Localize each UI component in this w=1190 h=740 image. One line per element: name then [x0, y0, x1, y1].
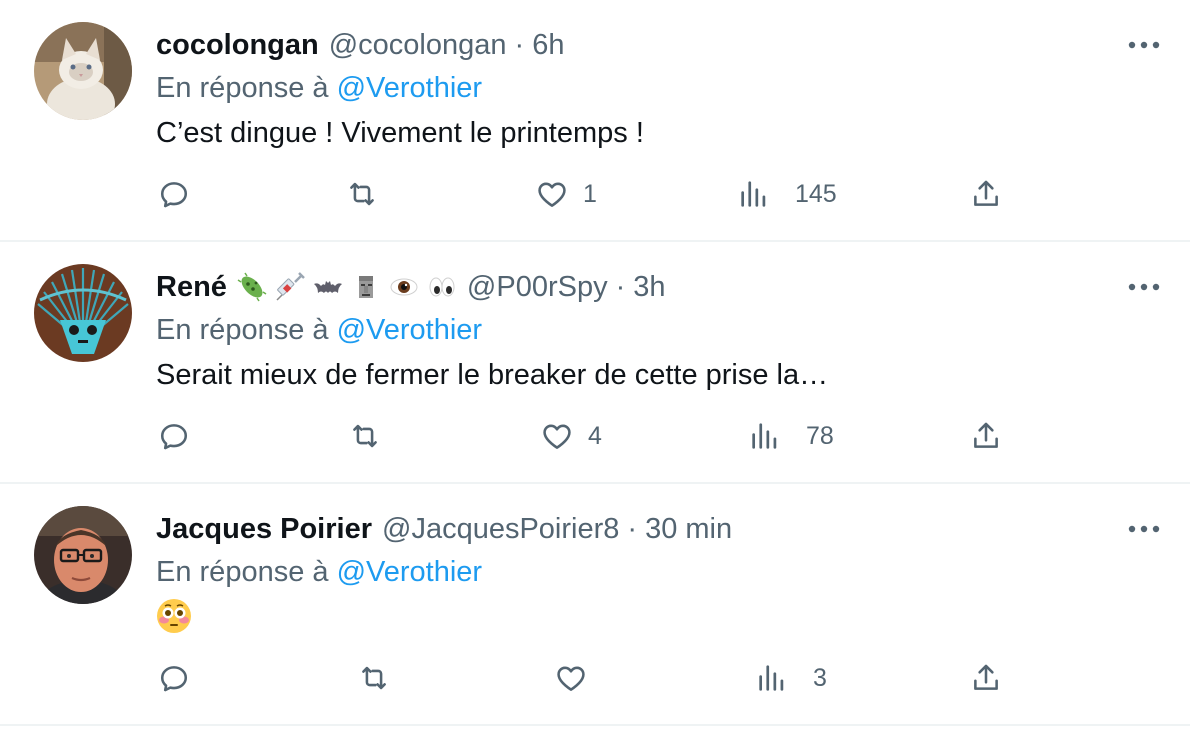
man-glasses-avatar-image: [34, 506, 132, 604]
timestamp[interactable]: 30 min: [645, 510, 732, 548]
like-count: 1: [583, 179, 597, 208]
reply-context: En réponse à @Verothier: [156, 554, 482, 590]
analytics-icon: [759, 665, 784, 691]
share-icon: [974, 180, 998, 206]
reply-prefix: En réponse à: [156, 72, 329, 104]
tweet-header: cocolongan @cocolongan · 6h: [156, 26, 564, 64]
reply-prefix: En réponse à: [156, 556, 329, 588]
avatar[interactable]: [34, 22, 132, 120]
views-button[interactable]: 145: [737, 174, 837, 214]
reply-button[interactable]: [157, 174, 191, 214]
like-button[interactable]: 4: [540, 416, 602, 456]
retweet-button[interactable]: [357, 658, 391, 698]
reply-mention-link[interactable]: @Verothier: [337, 314, 483, 346]
display-name[interactable]: cocolongan: [156, 26, 319, 64]
more-dots-icon: [1128, 41, 1160, 49]
avatar[interactable]: [34, 264, 132, 362]
view-count: 3: [813, 663, 827, 692]
analytics-icon: [741, 181, 766, 207]
display-name[interactable]: Jacques Poirier: [156, 510, 372, 548]
share-icon: [974, 664, 998, 690]
more-options-button[interactable]: [1126, 30, 1162, 60]
share-button[interactable]: [969, 174, 1003, 214]
more-dots-icon: [1128, 283, 1160, 291]
retweet-icon: [350, 182, 374, 206]
tweet[interactable]: René @P00rSpy · 3h En réponse à @Verothi…: [0, 242, 1190, 484]
retweet-icon: [362, 666, 386, 690]
view-count: 78: [806, 421, 834, 450]
user-handle[interactable]: @P00rSpy: [467, 268, 608, 306]
separator-dot: ·: [615, 271, 626, 303]
more-options-button[interactable]: [1126, 514, 1162, 544]
display-name[interactable]: René: [156, 268, 227, 306]
user-handle[interactable]: @cocolongan: [329, 26, 507, 64]
reply-button[interactable]: [157, 416, 191, 456]
reply-context: En réponse à @Verothier: [156, 312, 482, 348]
flushed-face-icon: [156, 598, 192, 634]
timestamp[interactable]: 3h: [633, 268, 665, 306]
retweet-icon: [353, 424, 377, 448]
bat-icon: [313, 272, 343, 302]
reply-icon: [160, 182, 188, 208]
reply-icon: [160, 666, 188, 692]
views-button[interactable]: 78: [748, 416, 834, 456]
tweet-text: [156, 598, 192, 636]
reply-prefix: En réponse à: [156, 314, 329, 346]
tweet-header: René @P00rSpy · 3h: [156, 268, 666, 306]
reply-mention-link[interactable]: @Verothier: [337, 556, 483, 588]
reply-button[interactable]: [157, 658, 191, 698]
microbe-icon: [237, 272, 267, 302]
tweet-text: C’est dingue ! Vivement le printemps !: [156, 117, 644, 149]
separator-dot: ·: [514, 29, 525, 61]
tweet[interactable]: cocolongan @cocolongan · 6h En réponse à…: [0, 0, 1190, 242]
heart-icon: [538, 182, 566, 207]
more-dots-icon: [1128, 525, 1160, 533]
views-button[interactable]: 3: [755, 658, 827, 698]
analytics-icon: [752, 423, 777, 449]
eyes-icon: [427, 272, 457, 302]
heart-icon: [557, 666, 585, 691]
tweet-text: Serait mieux de fermer le breaker de cet…: [156, 359, 829, 391]
share-button[interactable]: [969, 416, 1003, 456]
reply-mention-link[interactable]: @Verothier: [337, 72, 483, 104]
heart-icon: [543, 424, 571, 449]
share-icon: [974, 422, 998, 448]
like-count: 4: [588, 421, 602, 450]
retweet-button[interactable]: [345, 174, 379, 214]
view-count: 145: [795, 179, 837, 208]
share-button[interactable]: [969, 658, 1003, 698]
reply-icon: [160, 424, 188, 450]
more-options-button[interactable]: [1126, 272, 1162, 302]
name-emojis: [237, 272, 457, 302]
like-button[interactable]: 1: [535, 174, 597, 214]
like-button[interactable]: [554, 658, 602, 698]
timestamp[interactable]: 6h: [532, 26, 564, 64]
eye-icon: [389, 272, 419, 302]
tweet-header: Jacques Poirier @JacquesPoirier8 · 30 mi…: [156, 510, 732, 548]
moai-icon: [351, 272, 381, 302]
reply-context: En réponse à @Verothier: [156, 70, 482, 106]
retweet-button[interactable]: [348, 416, 382, 456]
cat-avatar-image: [34, 22, 132, 120]
separator-dot: ·: [627, 513, 638, 545]
avatar[interactable]: [34, 506, 132, 604]
rake-face-avatar-image: [34, 264, 132, 362]
tweet[interactable]: Jacques Poirier @JacquesPoirier8 · 30 mi…: [0, 484, 1190, 726]
syringe-icon: [275, 272, 305, 302]
user-handle[interactable]: @JacquesPoirier8: [382, 510, 619, 548]
